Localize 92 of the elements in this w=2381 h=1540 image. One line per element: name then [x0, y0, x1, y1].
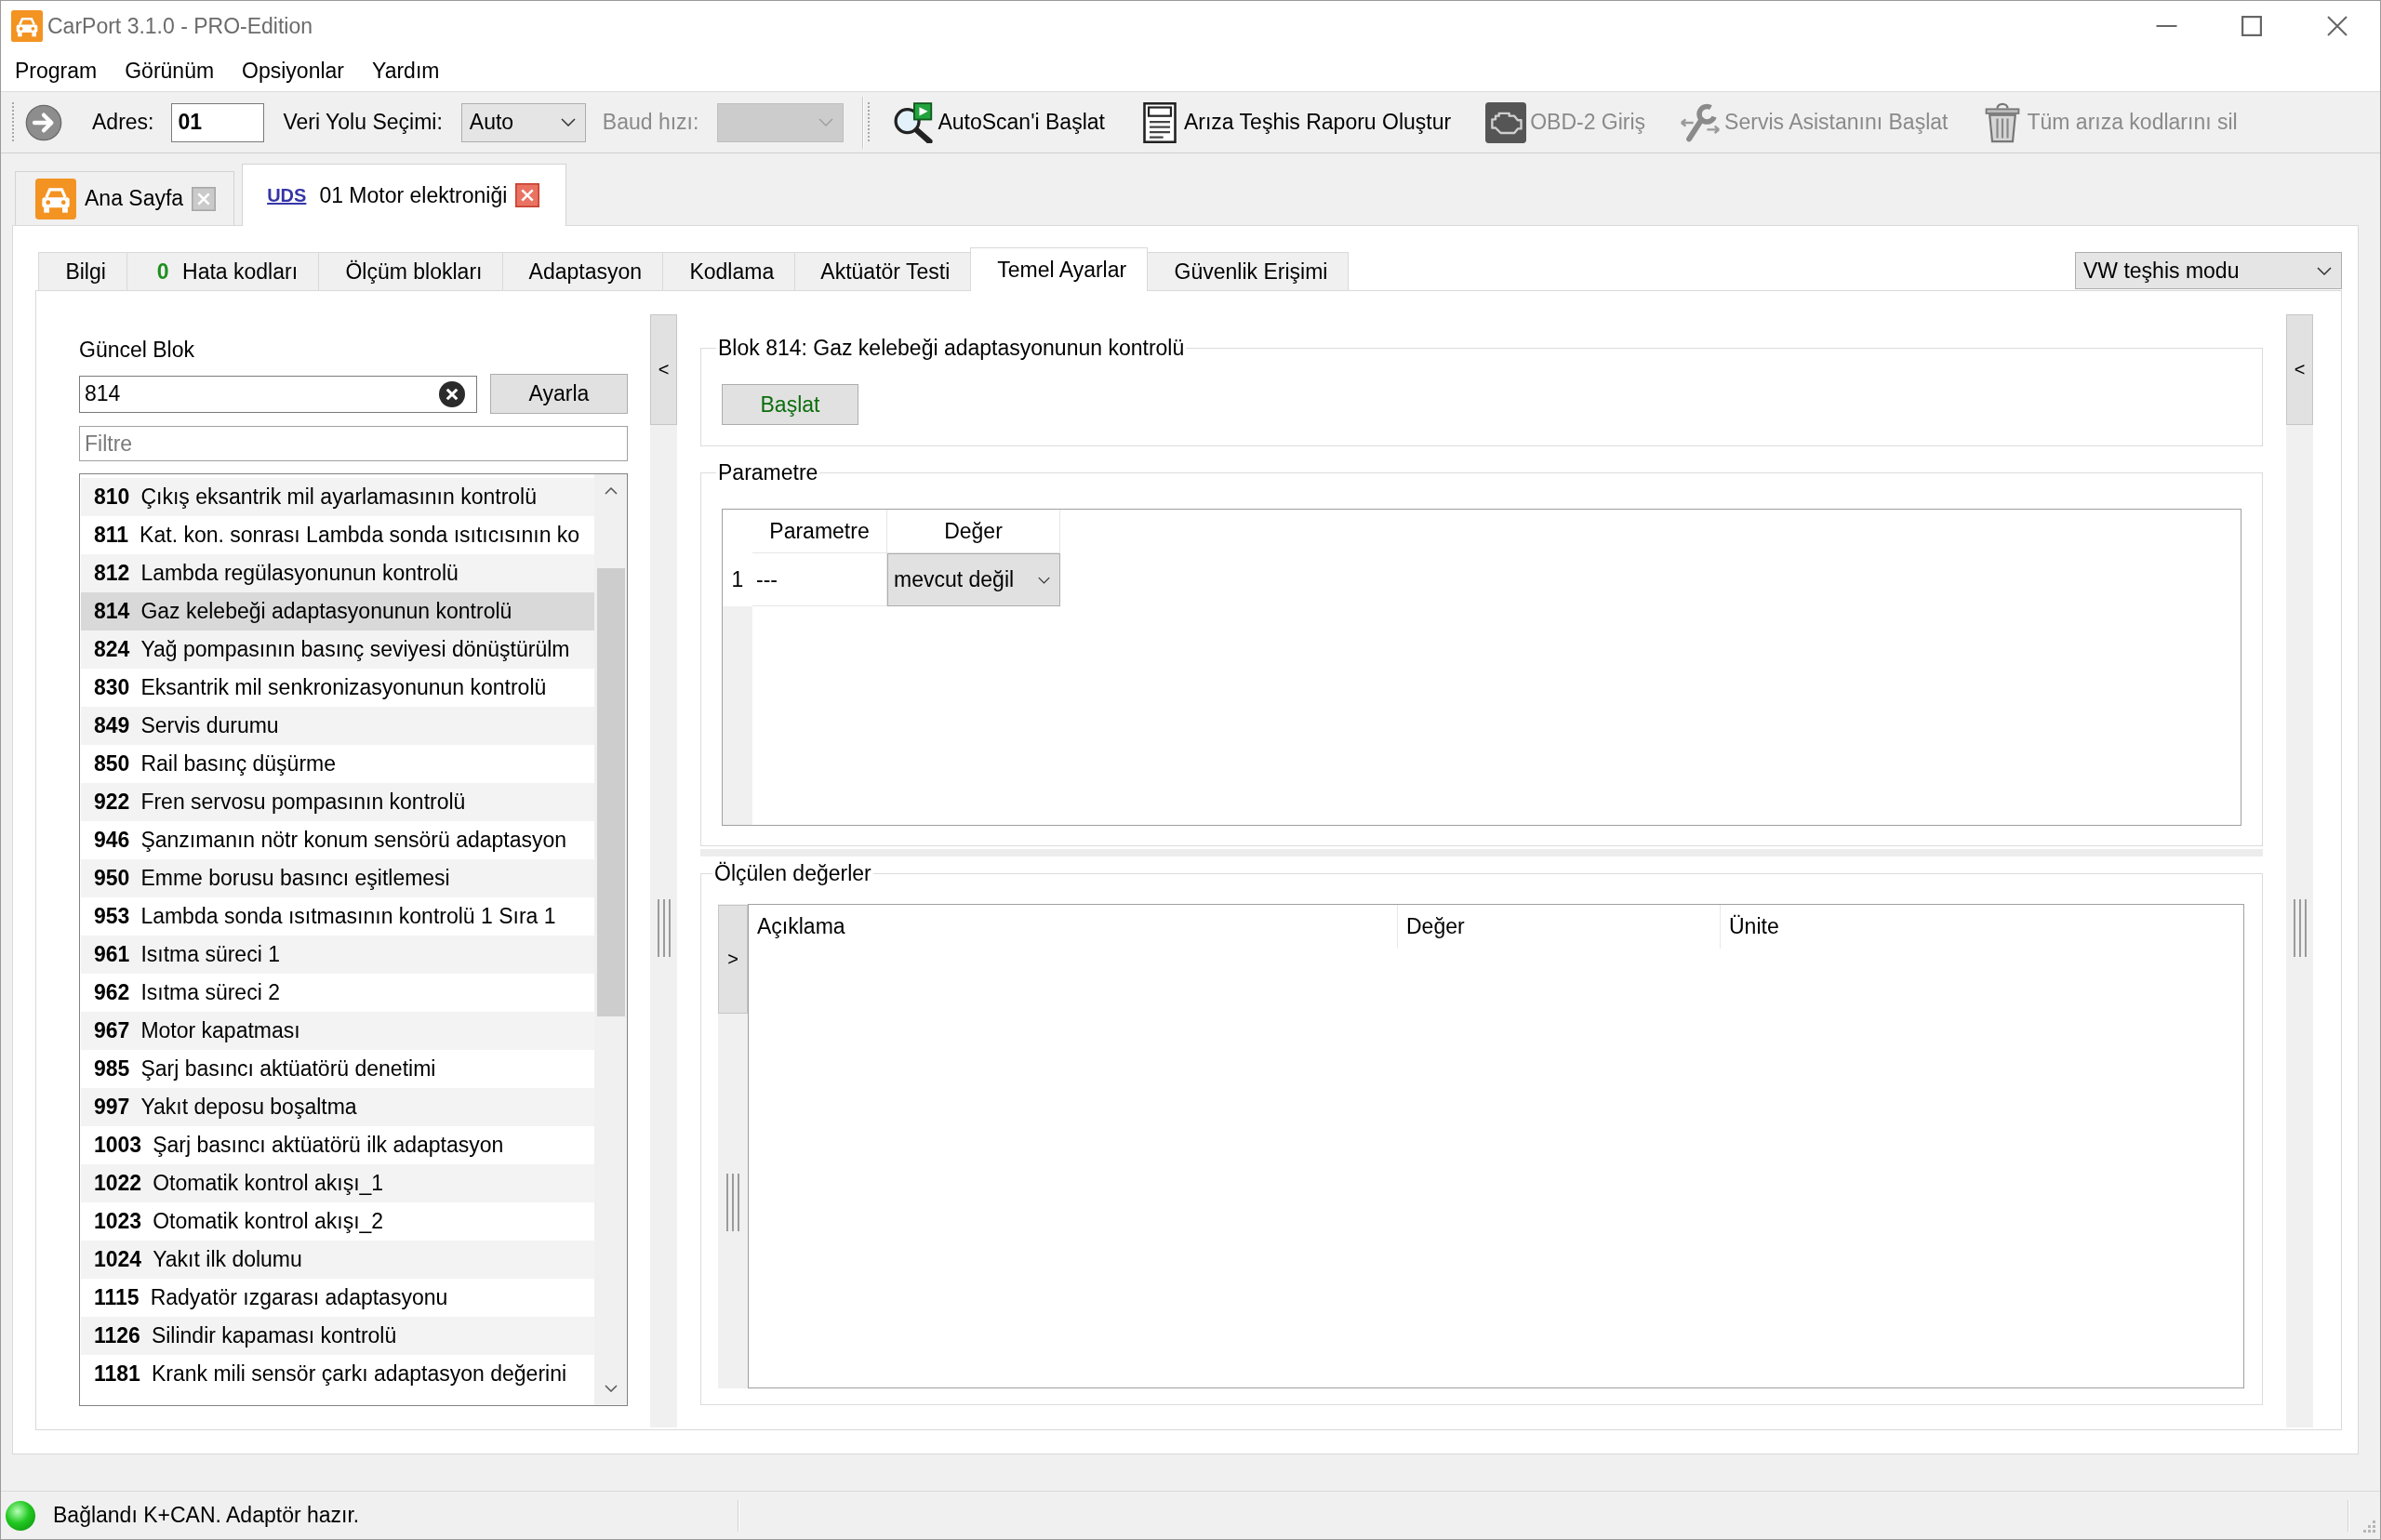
list-item[interactable]: 946 Şanzımanın nötr konum sensörü adaptasyon	[81, 821, 594, 859]
list-item[interactable]: 1022 Otomatik kontrol akışı_1	[81, 1164, 594, 1202]
close-icon[interactable]	[515, 183, 540, 207]
tab[interactable]: Kodlama	[662, 252, 796, 290]
block-field[interactable]: 814	[79, 375, 477, 413]
close-icon[interactable]	[2327, 16, 2348, 36]
column-header: Değer	[1398, 905, 1721, 949]
splitter-bar[interactable]: >	[718, 904, 748, 1388]
minimize-icon[interactable]	[2155, 25, 2177, 27]
list-item[interactable]: 985 Şarj basıncı aktüatörü denetimi	[81, 1050, 594, 1088]
close-icon[interactable]	[192, 186, 217, 211]
wrench-icon	[1680, 101, 1722, 143]
group-title: Blok 814: Gaz kelebeği adaptasyonunun kontrolü	[717, 336, 1186, 360]
list-item[interactable]: 1003 Şarj basıncı aktüatörü ilk adaptasyon	[81, 1126, 594, 1164]
list-item[interactable]: 812 Lambda regülasyonunun kontrolü	[81, 554, 594, 592]
grip-icon[interactable]	[2293, 899, 2307, 957]
window-title: CarPort 3.1.0 - PRO-Edition	[47, 13, 313, 39]
list-item[interactable]: 950 Emme borusu basıncı eşitlemesi	[81, 859, 594, 897]
list-item[interactable]: 997 Yakıt deposu boşaltma	[81, 1088, 594, 1126]
scrollbar[interactable]	[594, 474, 627, 1405]
list-item[interactable]: 830 Eksantrik mil senkronizasyonunun kontrolü	[81, 669, 594, 707]
collapse-button[interactable]: <	[2286, 314, 2313, 425]
tab[interactable]: Temel Ayarlar	[970, 247, 1149, 291]
list-item[interactable]: 1023 Otomatik kontrol akışı_2	[81, 1202, 594, 1241]
list-item[interactable]: 810 Çıkış eksantrik mil ayarlamasının kontrolü	[81, 478, 594, 516]
toolbar-button[interactable]: Arıza Teşhis Raporu Oluştur	[1138, 101, 1452, 143]
menu-item[interactable]: Yardım	[358, 55, 454, 87]
grip-icon[interactable]	[657, 899, 671, 957]
baud-label: Baud hızı:	[602, 110, 699, 135]
start-button[interactable]: Başlat	[722, 384, 858, 425]
chevron-down-icon[interactable]	[604, 1385, 618, 1392]
chevron-down-icon	[2317, 266, 2332, 275]
splitter-bar[interactable]: <	[2286, 314, 2313, 1427]
menu-item[interactable]: Program	[1, 55, 112, 87]
block-label: Güncel Blok	[79, 337, 195, 363]
column-header: Ünite	[1728, 913, 1780, 940]
group-title: Ölçülen değerler	[713, 861, 872, 885]
chevron-up-icon[interactable]	[604, 487, 618, 495]
clear-icon[interactable]	[439, 380, 465, 407]
column-header: Parametre	[752, 510, 887, 553]
menu-item[interactable]: Opsiyonlar	[228, 55, 358, 87]
list-item[interactable]: 961 Isıtma süreci 1	[81, 936, 594, 974]
menu-item[interactable]: Görünüm	[111, 55, 229, 87]
set-button[interactable]: Ayarla	[490, 374, 628, 414]
column-header: Açıklama	[749, 905, 1398, 949]
address-field[interactable]: 01	[171, 102, 265, 142]
chevron-down-icon	[1038, 576, 1050, 584]
engine-icon	[1485, 101, 1527, 143]
tab[interactable]: Bilgi	[38, 252, 127, 290]
chevron-down-icon	[560, 118, 576, 126]
grip-icon[interactable]	[11, 101, 17, 143]
chevron-down-icon	[818, 118, 834, 126]
list-item[interactable]: 824 Yağ pompasının basınç seviyesi dönüştürülm	[81, 631, 594, 669]
splitter-bar[interactable]: <	[650, 314, 677, 1427]
grip-icon[interactable]	[726, 1174, 739, 1231]
list-item[interactable]: 850 Rail basınç düşürme	[81, 745, 594, 783]
value-select[interactable]: mevcut değil	[887, 553, 1060, 606]
filter-field[interactable]: Filtre	[79, 426, 628, 461]
car-icon	[11, 10, 43, 42]
list-item[interactable]: 814 Gaz kelebeği adaptasyonunun kontrolü	[81, 592, 594, 631]
tab[interactable]: Güvenlik Erişimi	[1147, 252, 1350, 290]
row-number: 1	[730, 566, 745, 593]
arrow-right-icon[interactable]	[25, 103, 62, 141]
list-item[interactable]: 849 Servis durumu	[81, 707, 594, 745]
car-icon	[35, 178, 76, 219]
maximize-icon[interactable]	[2241, 16, 2262, 36]
tab[interactable]: Aktüatör Testi	[794, 252, 972, 290]
scrollbar-thumb[interactable]	[596, 568, 625, 1016]
address-label: Adres:	[92, 110, 154, 135]
document-tab[interactable]: UDS 01 Motor elektroniği	[242, 164, 567, 226]
status-text: Bağlandı K+CAN. Adaptör hazır.	[53, 1503, 361, 1528]
tab[interactable]: Ölçüm blokları	[318, 252, 504, 290]
list-item[interactable]: 811 Kat. kon. sonrası Lambda sonda ısıtıcısının ko	[81, 516, 594, 554]
expand-button[interactable]: >	[718, 905, 748, 1014]
collapse-button[interactable]: <	[650, 314, 677, 425]
group-title: Parametre	[717, 460, 819, 485]
tab[interactable]: Adaptasyon	[502, 252, 664, 290]
list-item[interactable]: 967 Motor kapatması	[81, 1012, 594, 1050]
bus-label: Veri Yolu Seçimi:	[283, 110, 443, 135]
list-item[interactable]: 1024 Yakıt ilk dolumu	[81, 1241, 594, 1279]
toolbar-button[interactable]: AutoScan'i Başlat	[893, 101, 1105, 143]
document-tab[interactable]: Ana Sayfa	[15, 171, 235, 225]
bus-select[interactable]: Auto	[460, 102, 586, 142]
magnifier-icon	[893, 101, 935, 143]
mode-select[interactable]: VW teşhis modu	[2075, 252, 2342, 289]
list-item[interactable]: 1126 Silindir kapaması kontrolü	[81, 1317, 594, 1355]
list-item[interactable]: 1115 Radyatör ızgarası adaptasyonu	[81, 1279, 594, 1317]
list-item[interactable]: 953 Lambda sonda ısıtmasının kontrolü 1 Sıra 1	[81, 897, 594, 936]
list-item[interactable]: 1181 Krank mili sensör çarkı adaptasyon değerini	[81, 1355, 594, 1393]
list-item[interactable]: 962 Isıtma süreci 2	[81, 974, 594, 1012]
tab[interactable]: 0 Hata kodları	[126, 252, 320, 290]
list-item[interactable]: 922 Fren servosu pompasının kontrolü	[81, 783, 594, 821]
